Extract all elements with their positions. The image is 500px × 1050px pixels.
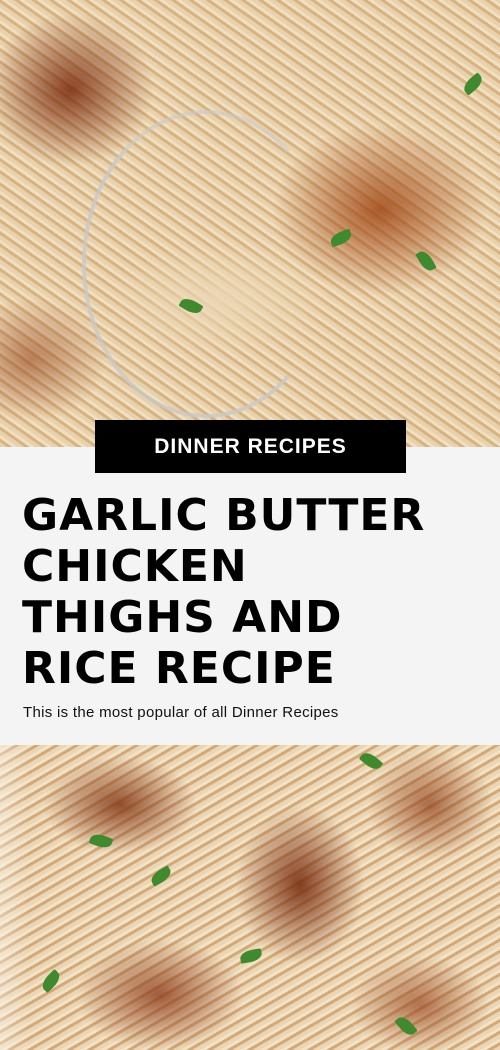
category-tag[interactable]: DINNER RECIPES: [95, 420, 406, 473]
recipe-subtitle: This is the most popular of all Dinner R…: [23, 704, 339, 721]
category-tag-label: DINNER RECIPES: [154, 434, 347, 458]
title-line: THIGHS AND: [22, 592, 343, 643]
serving-spoon: [82, 110, 330, 418]
plate-edge: [0, 745, 30, 1050]
parsley-garnish: [328, 228, 354, 248]
parsley-garnish: [460, 72, 486, 96]
parsley-garnish: [394, 1013, 418, 1039]
title-line: CHICKEN: [22, 541, 248, 592]
parsley-garnish: [148, 865, 174, 887]
title-line: GARLIC BUTTER: [22, 490, 426, 541]
top-food-photo: [0, 0, 500, 447]
parsley-garnish: [358, 749, 384, 773]
recipe-title: GARLIC BUTTER CHICKEN THIGHS AND RICE RE…: [22, 490, 492, 694]
recipe-pin: DINNER RECIPES GARLIC BUTTER CHICKEN THI…: [0, 0, 500, 1050]
parsley-garnish: [239, 948, 263, 964]
parsley-garnish: [88, 831, 114, 851]
parsley-garnish: [415, 248, 437, 274]
bottom-food-photo: [0, 745, 500, 1050]
title-line: RICE RECIPE: [22, 643, 336, 694]
parsley-garnish: [38, 968, 64, 994]
